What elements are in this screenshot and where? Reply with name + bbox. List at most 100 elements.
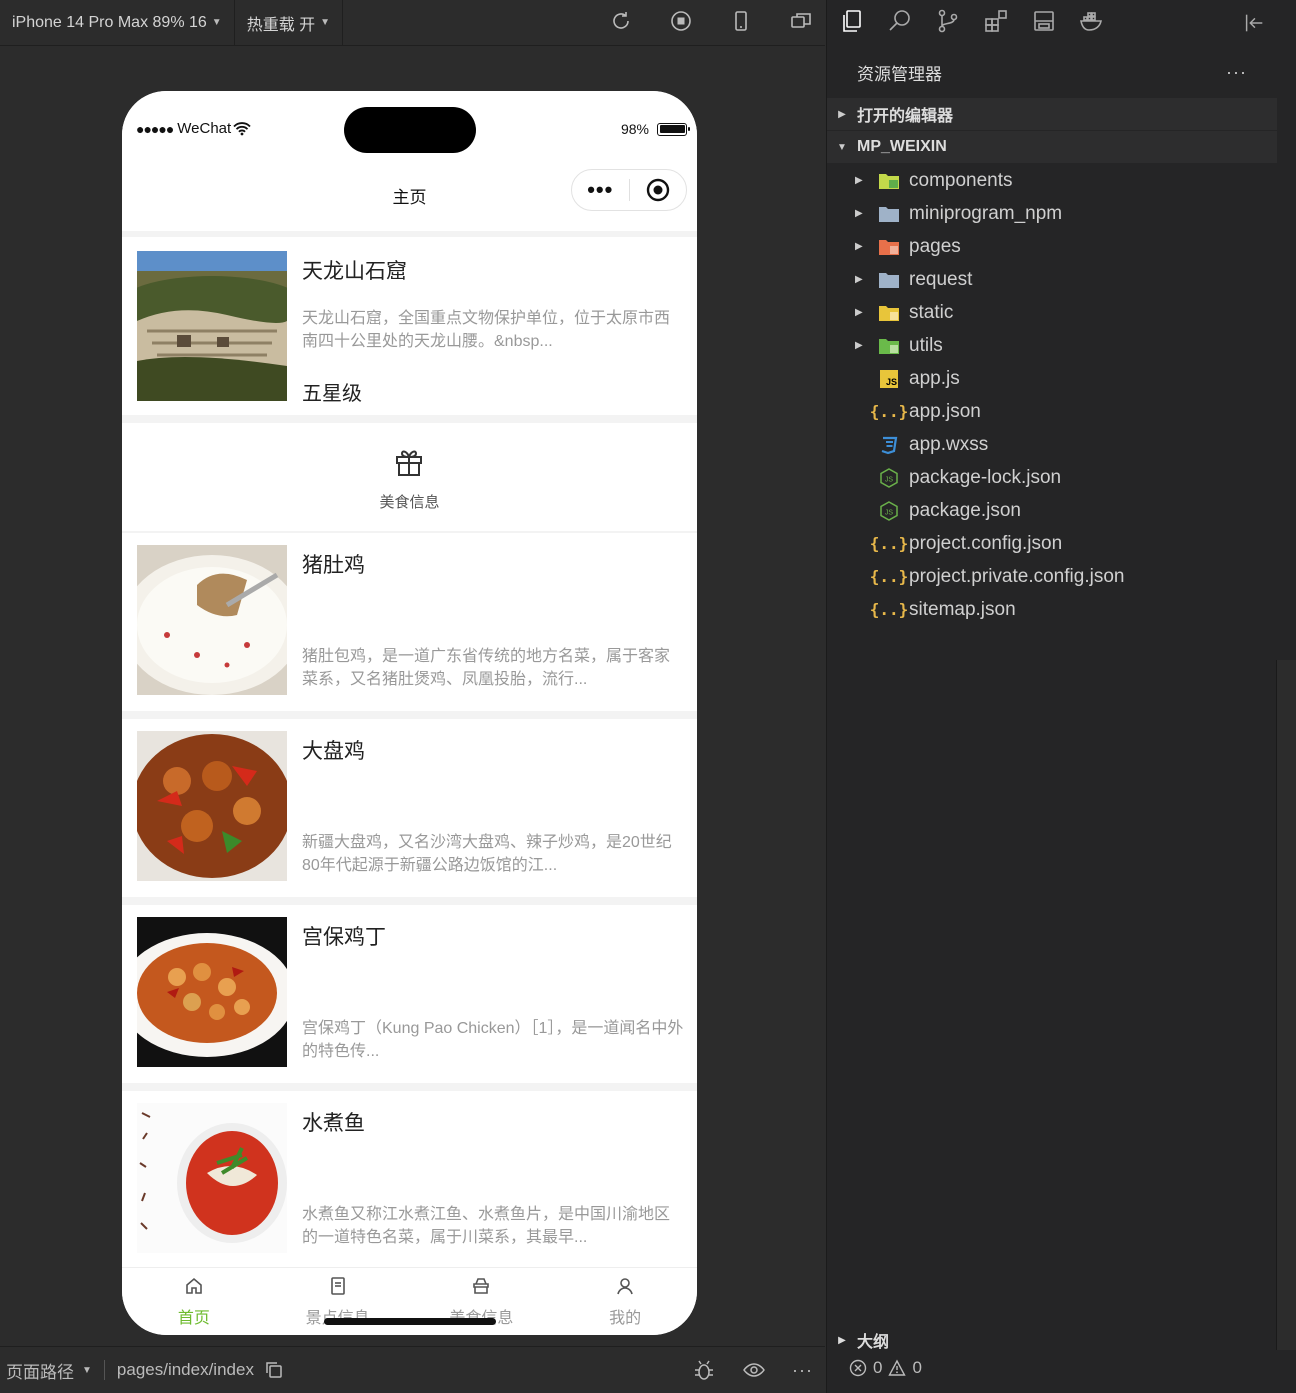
tree-item-sitemap-json[interactable]: {..} sitemap.json <box>827 593 1277 626</box>
chevron-right-icon: ▶ <box>838 1334 846 1346</box>
food-card[interactable]: 猪肚鸡 猪肚包鸡，是一道广东省传统的地方名菜，属于客家菜系，又名猪肚煲鸡、凤凰投… <box>122 533 697 711</box>
json-file-icon: {..} <box>869 534 909 553</box>
more-icon[interactable]: ··· <box>792 1360 813 1381</box>
section-label: MP_WEIXIN <box>857 138 947 155</box>
scenic-card[interactable]: 天龙山石窟 天龙山石窟，全国重点文物保护单位，位于太原市西南四十公里处的天龙山腰… <box>122 237 697 415</box>
tree-item-request[interactable]: ▶ request <box>827 263 1277 296</box>
page-path-label[interactable]: 页面路径 <box>6 1358 74 1383</box>
food-card[interactable]: 水煮鱼 水煮鱼又称江水煮江鱼、水煮鱼片，是中国川渝地区的一道特色名菜，属于川菜系… <box>122 1091 697 1267</box>
chevron-down-icon: ▼ <box>320 17 331 28</box>
eye-icon[interactable] <box>742 1358 766 1382</box>
refresh-icon[interactable] <box>609 9 633 38</box>
tree-item-app-js[interactable]: JS app.js <box>827 362 1277 395</box>
status-bar: ●●●●● WeChat 98% <box>122 91 697 161</box>
tree-item-miniprogram-npm[interactable]: ▶ miniprogram_npm <box>827 197 1277 230</box>
wifi-icon <box>233 121 251 135</box>
tree-item-package-json[interactable]: JS package.json <box>827 494 1277 527</box>
search-icon[interactable] <box>887 8 913 39</box>
chevron-right-icon: ▶ <box>855 208 863 219</box>
chevron-right-icon: ▶ <box>838 108 846 120</box>
css-file-icon <box>877 433 901 457</box>
tree-item-project-private-config-json[interactable]: {..} project.private.config.json <box>827 560 1277 593</box>
food-description: 水煮鱼又称江水煮江鱼、水煮鱼片，是中国川渝地区的一道特色名菜，属于川菜系，其最早… <box>302 1206 671 1246</box>
nodejs-file-icon: JS <box>877 499 901 523</box>
more-icon[interactable]: ••• <box>572 179 629 201</box>
bug-icon[interactable] <box>692 1358 716 1382</box>
folder-icon <box>877 202 901 226</box>
tree-item-utils[interactable]: ▶ utils <box>827 329 1277 362</box>
food-title: 水煮鱼 <box>302 1112 365 1135</box>
phone-frame: ●●●●● WeChat 98% 主页 ••• 天龙山石窟 天龙山石窟，全国重点… <box>122 91 697 1335</box>
explorer-panel: 资源管理器 ··· ▶ 打开的编辑器 ▼ MP_WEIXIN ▶ compone… <box>826 0 1296 1393</box>
files-icon[interactable] <box>839 8 865 39</box>
tree-item-label: static <box>909 301 954 323</box>
tree-item-project-config-json[interactable]: {..} project.config.json <box>827 527 1277 560</box>
tab-mine[interactable]: 我的 <box>553 1268 697 1335</box>
tree-item-package-lock-json[interactable]: JS package-lock.json <box>827 461 1277 494</box>
phone-icon[interactable] <box>729 9 753 38</box>
more-actions-icon[interactable]: ··· <box>1226 62 1247 83</box>
food-image <box>137 1103 287 1253</box>
outline-section[interactable]: ▶ 大纲 <box>827 1324 1277 1356</box>
stop-icon[interactable] <box>669 9 693 38</box>
simulator-toolbar: iPhone 14 Pro Max 89% 16 ▼ 热重载 开 ▼ <box>0 0 825 46</box>
project-section[interactable]: ▼ MP_WEIXIN <box>827 131 1277 163</box>
collapse-panel-icon[interactable] <box>1242 11 1266 40</box>
folder-icon <box>877 268 901 292</box>
close-target-icon[interactable] <box>629 178 686 202</box>
folder-utils-icon <box>877 334 901 358</box>
battery-percent: 98% <box>620 121 649 137</box>
open-editors-section[interactable]: ▶ 打开的编辑器 <box>827 98 1277 130</box>
folder-components-icon <box>877 169 901 193</box>
food-card[interactable]: 大盘鸡 新疆大盘鸡，又名沙湾大盘鸡、辣子炒鸡，是20世纪80年代起源于新疆公路边… <box>122 719 697 897</box>
json-file-icon: {..} <box>869 600 909 619</box>
food-description: 宫保鸡丁（Kung Pao Chicken）［1］，是一道闻名中外的特色传... <box>302 1020 684 1060</box>
chevron-down-icon: ▼ <box>211 17 222 28</box>
detach-window-icon[interactable] <box>789 9 813 38</box>
extensions-icon[interactable] <box>983 8 1009 39</box>
home-indicator <box>324 1318 496 1325</box>
hot-reload-toggle[interactable]: 热重载 开 ▼ <box>235 0 344 45</box>
chevron-down-icon: ▼ <box>837 141 847 153</box>
svg-text:JS: JS <box>885 509 894 516</box>
chevron-down-icon: ▼ <box>82 1364 92 1376</box>
js-file-icon: JS <box>877 367 901 391</box>
svg-text:JS: JS <box>885 476 894 483</box>
folder-static-icon <box>877 301 901 325</box>
problems-indicator[interactable]: 0 0 <box>849 1358 922 1378</box>
device-selector[interactable]: iPhone 14 Pro Max 89% 16 ▼ <box>0 0 235 45</box>
tree-item-app-wxss[interactable]: app.wxss <box>827 428 1277 461</box>
scenic-rank: 五星级 <box>302 383 362 405</box>
tree-item-label: sitemap.json <box>909 598 1016 620</box>
tree-item-pages[interactable]: ▶ pages <box>827 230 1277 263</box>
tree-item-label: miniprogram_npm <box>909 202 1063 224</box>
food-section-header[interactable]: 美食信息 <box>122 423 697 531</box>
dynamic-island <box>344 107 476 153</box>
chevron-right-icon: ▶ <box>855 307 863 318</box>
docker-icon[interactable] <box>1079 8 1105 39</box>
source-control-icon[interactable] <box>935 8 961 39</box>
food-icon <box>473 1278 490 1294</box>
food-title: 大盘鸡 <box>302 740 365 763</box>
menu-capsule: ••• <box>571 169 687 211</box>
food-card[interactable]: 宫保鸡丁 宫保鸡丁（Kung Pao Chicken）［1］，是一道闻名中外的特… <box>122 905 697 1083</box>
food-title: 猪肚鸡 <box>302 554 365 577</box>
activity-bar <box>827 0 1296 46</box>
tree-item-app-json[interactable]: {..} app.json <box>827 395 1277 428</box>
storage-icon[interactable] <box>1031 8 1057 39</box>
explorer-title: 资源管理器 <box>857 64 942 84</box>
chevron-right-icon: ▶ <box>855 175 863 186</box>
hot-reload-label: 热重载 开 <box>246 16 316 34</box>
food-description: 新疆大盘鸡，又名沙湾大盘鸡、辣子炒鸡，是20世纪80年代起源于新疆公路边饭馆的江… <box>302 834 672 874</box>
tree-item-components[interactable]: ▶ components <box>827 164 1277 197</box>
home-icon <box>186 1277 202 1294</box>
navigation-bar: 主页 ••• <box>122 161 697 231</box>
tree-item-label: pages <box>909 235 961 257</box>
food-description: 猪肚包鸡，是一道广东省传统的地方名菜，属于客家菜系，又名猪肚煲鸡、凤凰投胎，流行… <box>302 648 671 688</box>
tab-home[interactable]: 首页 <box>122 1268 266 1335</box>
tree-item-static[interactable]: ▶ static <box>827 296 1277 329</box>
gift-icon <box>396 450 422 476</box>
copy-icon[interactable] <box>264 1360 284 1380</box>
tree-item-label: app.json <box>909 400 981 422</box>
signal-icon: ●●●●● <box>136 120 174 137</box>
